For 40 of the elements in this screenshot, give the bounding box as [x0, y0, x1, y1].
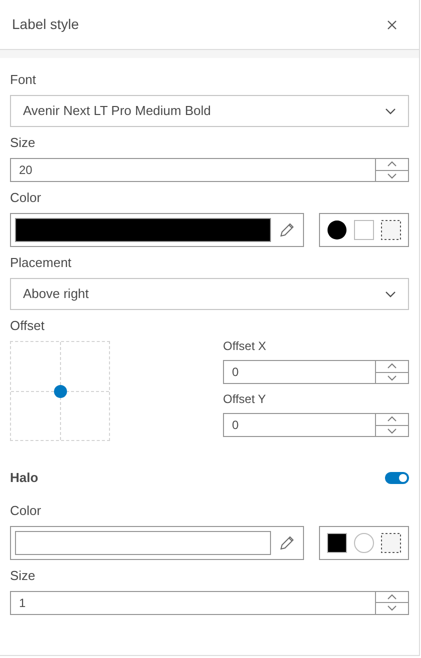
field-label: Color: [10, 502, 42, 518]
circle-swatch[interactable]: [354, 532, 374, 552]
spin-down-icon[interactable]: [376, 602, 408, 614]
spin-box[interactable]: 0: [223, 360, 409, 384]
size-input[interactable]: 20: [11, 159, 375, 181]
spin-down-icon[interactable]: [376, 372, 408, 383]
field-label: Offset Y: [223, 391, 266, 408]
spin-down-icon[interactable]: [376, 424, 408, 436]
placement-dropdown[interactable]: Above right: [10, 278, 409, 310]
pencil-icon[interactable]: [279, 222, 295, 238]
halo-size-input[interactable]: 1: [11, 592, 375, 614]
spin-box[interactable]: 20: [10, 158, 409, 182]
toggle-switch[interactable]: [385, 472, 409, 484]
field-label: Font: [10, 72, 36, 88]
spin-down-icon[interactable]: [376, 170, 408, 181]
color-field[interactable]: [10, 526, 304, 560]
no-color-swatch[interactable]: [381, 220, 401, 240]
field-label: Offset X: [223, 338, 266, 355]
field-label: Placement: [10, 255, 72, 271]
pencil-icon[interactable]: [279, 534, 295, 550]
panel-title: Label style: [12, 15, 79, 34]
chevron-icon: [385, 290, 396, 298]
spin-box[interactable]: 0: [223, 413, 409, 437]
square-swatch[interactable]: [327, 532, 347, 552]
close-icon[interactable]: [387, 20, 397, 30]
field-label: Offset: [10, 318, 44, 334]
field-label: Size: [10, 135, 36, 151]
chevron-icon: [385, 108, 396, 114]
font-dropdown[interactable]: Avenir Next LT Pro Medium Bold: [10, 95, 409, 127]
color-field[interactable]: [10, 213, 304, 247]
anchor-handle[interactable]: [54, 385, 67, 398]
square-swatch[interactable]: [354, 220, 374, 240]
offset-x-input[interactable]: 0: [224, 361, 375, 383]
section-title: Halo: [10, 469, 38, 487]
no-color-swatch[interactable]: [381, 532, 401, 552]
field-label: Color: [10, 190, 42, 206]
field-label: Size: [10, 568, 36, 584]
offset-y-input[interactable]: 0: [224, 414, 375, 436]
circle-swatch[interactable]: [327, 220, 347, 240]
spin-box[interactable]: 1: [10, 590, 409, 614]
